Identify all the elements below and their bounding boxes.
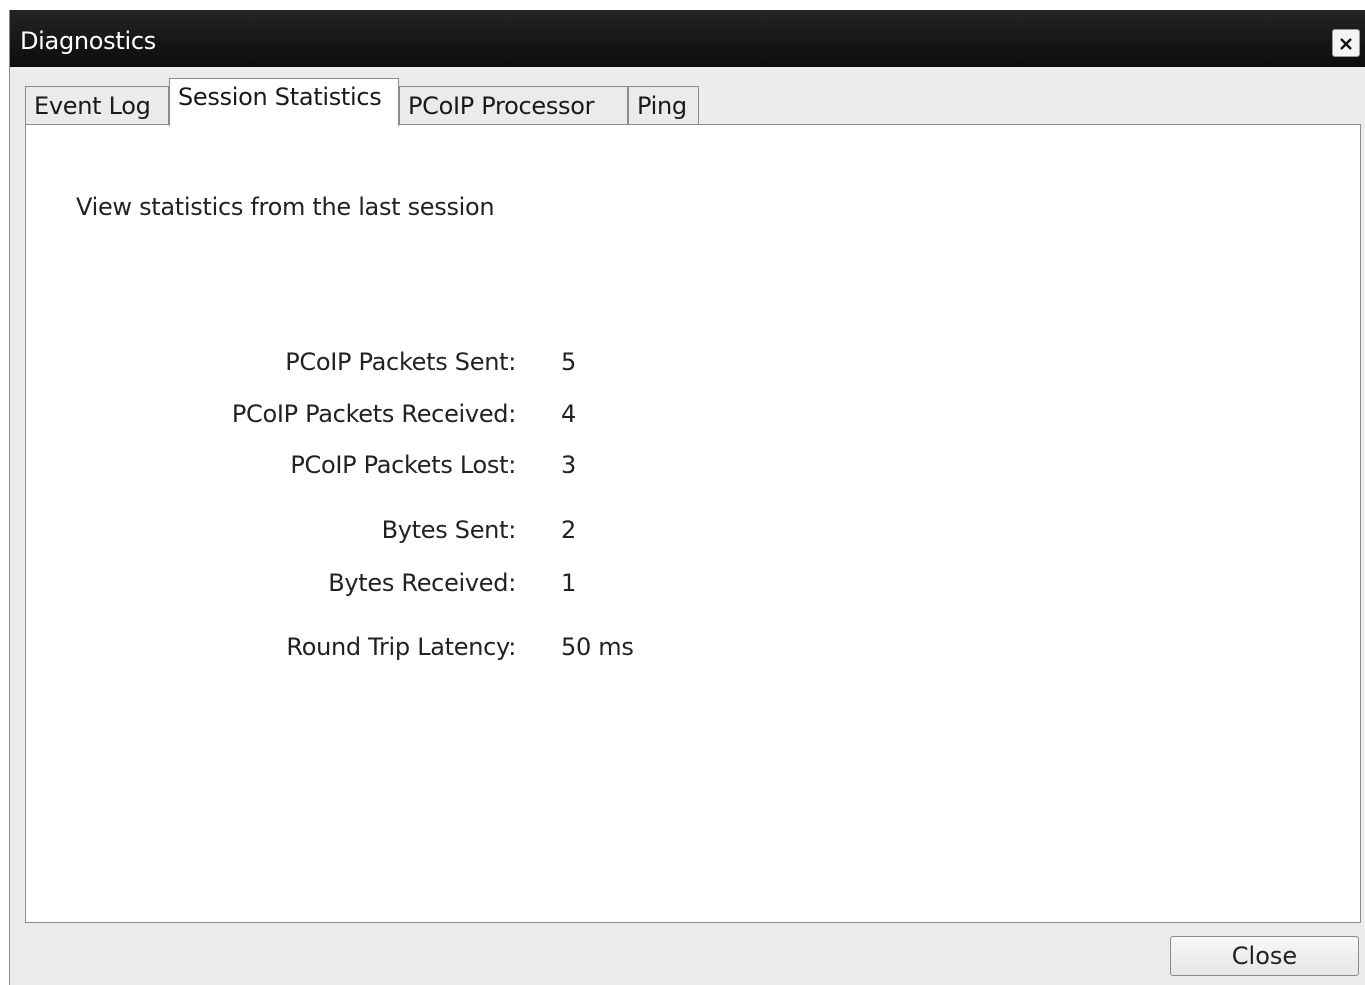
stat-value-round-trip-latency: 50 ms (561, 633, 634, 661)
tab-session-statistics[interactable]: Session Statistics (169, 78, 399, 126)
stat-label-packets-received: PCoIP Packets Received: (231, 400, 516, 428)
stat-value-packets-lost: 3 (561, 451, 576, 479)
stat-value-bytes-received: 1 (561, 569, 576, 597)
stat-value-packets-sent: 5 (561, 348, 576, 376)
stat-value-bytes-sent: 2 (561, 516, 576, 544)
tab-event-log[interactable]: Event Log (25, 86, 169, 125)
title-bar: Diagnostics (10, 10, 1365, 67)
session-statistics-panel: View statistics from the last session PC… (25, 124, 1361, 923)
stat-value-packets-received: 4 (561, 400, 576, 428)
diagnostics-window: Diagnostics Event Log Session Statistics… (9, 10, 1365, 985)
window-title: Diagnostics (20, 27, 156, 55)
stat-label-bytes-sent: Bytes Sent: (381, 516, 517, 544)
tab-pcoip-processor[interactable]: PCoIP Processor (399, 86, 628, 125)
tab-ping[interactable]: Ping (628, 86, 699, 125)
stat-label-packets-lost: PCoIP Packets Lost: (290, 451, 516, 479)
close-button[interactable]: Close (1170, 936, 1359, 976)
panel-description: View statistics from the last session (76, 193, 495, 221)
window-close-button[interactable] (1332, 29, 1360, 57)
close-icon (1339, 36, 1353, 50)
stat-label-packets-sent: PCoIP Packets Sent: (285, 348, 516, 376)
stat-label-bytes-received: Bytes Received: (328, 569, 516, 597)
stat-label-round-trip-latency: Round Trip Latency: (286, 633, 516, 661)
